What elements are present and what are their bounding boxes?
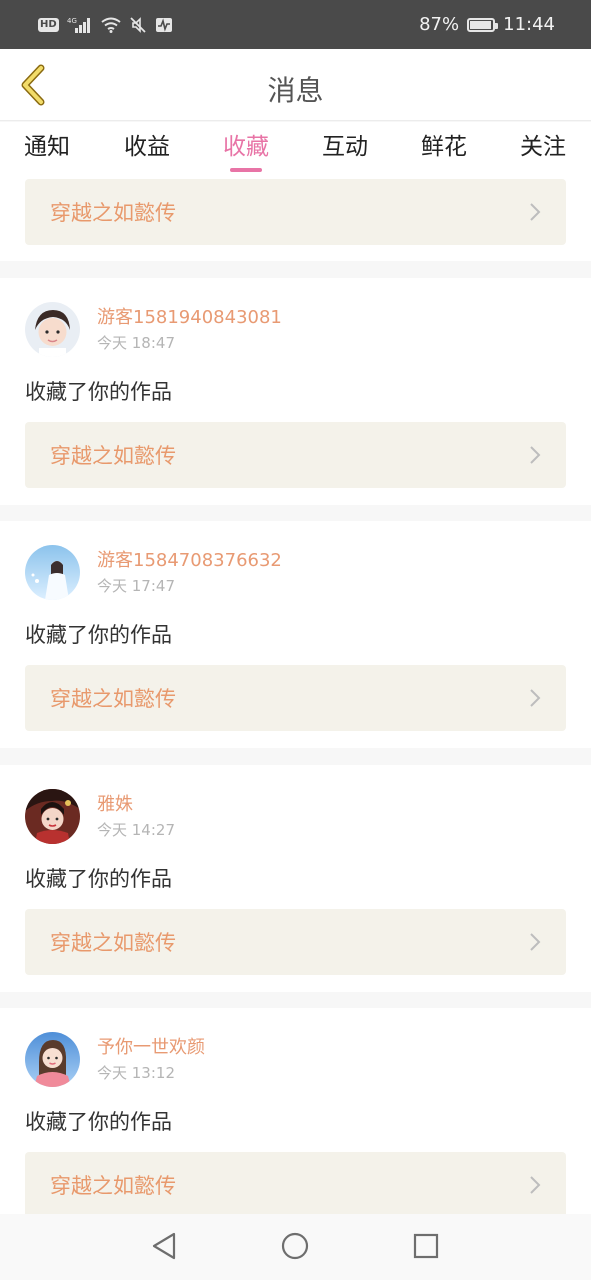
status-icons-left: HD 4G — [38, 16, 173, 34]
user-row: 游客1584708376632 今天 17:47 — [25, 545, 282, 600]
battery-level — [470, 20, 491, 29]
list-item: 雅姝 今天 14:27 收藏了你的作品 穿越之如懿传 — [0, 765, 591, 992]
work-title: 穿越之如懿传 — [50, 201, 176, 225]
active-tab-indicator — [230, 168, 262, 172]
tab-label: 鲜花 — [421, 134, 467, 160]
status-bar: HD 4G 87% 11:44 — [0, 0, 591, 49]
clock: 11:44 — [503, 14, 555, 35]
tab-label: 收藏 — [223, 134, 269, 160]
user-meta: 雅姝 今天 14:27 — [97, 793, 175, 841]
signal-icon: 4G — [67, 16, 93, 34]
list-item: 游客1584708376632 今天 17:47 收藏了你的作品 穿越之如懿传 — [0, 521, 591, 748]
chevron-right-icon — [528, 931, 542, 953]
username[interactable]: 游客1581940843081 — [97, 306, 282, 330]
chevron-right-icon — [528, 201, 542, 223]
tab-label: 关注 — [520, 134, 566, 160]
username[interactable]: 雅姝 — [97, 793, 175, 817]
user-meta: 游客1581940843081 今天 18:47 — [97, 306, 282, 354]
work-link[interactable]: 穿越之如懿传 — [25, 665, 566, 731]
hd-badge: HD — [38, 17, 59, 32]
work-title: 穿越之如懿传 — [50, 1174, 176, 1198]
tab-earnings[interactable]: 收益 — [117, 130, 177, 172]
tab-label: 通知 — [24, 134, 70, 160]
action-text: 收藏了你的作品 — [25, 623, 172, 647]
username[interactable]: 游客1584708376632 — [97, 549, 282, 573]
tab-notifications[interactable]: 通知 — [17, 130, 77, 172]
chevron-right-icon — [528, 444, 542, 466]
signal-label: 4G — [67, 17, 77, 25]
user-row: 游客1581940843081 今天 18:47 — [25, 302, 282, 357]
battery-icon — [467, 17, 499, 32]
mute-icon — [129, 16, 147, 34]
list-item: 游客1581940843081 今天 18:47 收藏了你的作品 穿越之如懿传 — [0, 278, 591, 505]
chevron-right-icon — [528, 687, 542, 709]
page-title: 消息 — [267, 74, 324, 107]
tab-label: 收益 — [124, 134, 170, 160]
work-title: 穿越之如懿传 — [50, 687, 176, 711]
app-header: 消息 — [0, 49, 591, 121]
tab-follows[interactable]: 关注 — [513, 130, 573, 172]
nav-recents-button[interactable] — [410, 1230, 442, 1262]
avatar[interactable] — [25, 789, 80, 844]
tab-interactions[interactable]: 互动 — [315, 130, 375, 172]
action-text: 收藏了你的作品 — [25, 1110, 172, 1134]
wifi-icon — [101, 17, 121, 33]
user-row: 予你一世欢颜 今天 13:12 — [25, 1032, 205, 1087]
username[interactable]: 予你一世欢颜 — [97, 1036, 205, 1060]
tab-favorites[interactable]: 收藏 — [216, 130, 276, 172]
favorites-list[interactable]: 穿越之如懿传 游客1581940843081 今天 18:47 收藏了你的作品 … — [0, 178, 591, 1214]
avatar[interactable] — [25, 302, 80, 357]
tab-bar: 通知 收益 收藏 互动 鲜花 关注 — [0, 122, 591, 178]
tab-flowers[interactable]: 鲜花 — [414, 130, 474, 172]
user-meta: 游客1584708376632 今天 17:47 — [97, 549, 282, 597]
work-title: 穿越之如懿传 — [50, 931, 176, 955]
square-recents-icon — [413, 1233, 439, 1259]
work-title: 穿越之如懿传 — [50, 444, 176, 468]
system-nav-bar — [0, 1214, 591, 1280]
user-meta: 予你一世欢颜 今天 13:12 — [97, 1036, 205, 1084]
chevron-right-icon — [528, 1174, 542, 1196]
timestamp: 今天 17:47 — [97, 576, 175, 595]
user-row: 雅姝 今天 14:27 — [25, 789, 175, 844]
avatar[interactable] — [25, 1032, 80, 1087]
work-link[interactable]: 穿越之如懿传 — [25, 1152, 566, 1214]
work-link[interactable]: 穿越之如懿传 — [25, 179, 566, 245]
battery-percent: 87% — [419, 14, 460, 35]
avatar[interactable] — [25, 545, 80, 600]
timestamp: 今天 13:12 — [97, 1063, 175, 1082]
work-link[interactable]: 穿越之如懿传 — [25, 909, 566, 975]
list-item: 予你一世欢颜 今天 13:12 收藏了你的作品 穿越之如懿传 — [0, 1008, 591, 1214]
activity-icon — [155, 17, 173, 33]
list-item: 穿越之如懿传 — [0, 178, 591, 261]
nav-home-button[interactable] — [279, 1230, 311, 1262]
action-text: 收藏了你的作品 — [25, 380, 172, 404]
status-icons-right: 87% 11:44 — [419, 14, 555, 35]
timestamp: 今天 18:47 — [97, 333, 175, 352]
timestamp: 今天 14:27 — [97, 820, 175, 839]
work-link[interactable]: 穿越之如懿传 — [25, 422, 566, 488]
circle-home-icon — [281, 1232, 309, 1260]
nav-back-button[interactable] — [148, 1230, 180, 1262]
triangle-back-icon — [152, 1232, 176, 1260]
action-text: 收藏了你的作品 — [25, 867, 172, 891]
tab-label: 互动 — [322, 134, 368, 160]
